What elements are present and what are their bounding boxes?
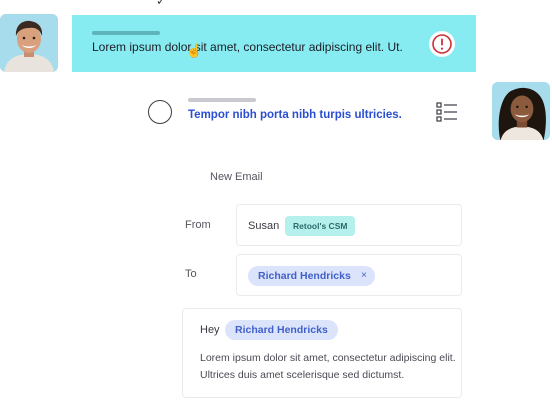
sender-name: Susan xyxy=(248,220,280,232)
task-radio-button[interactable] xyxy=(148,100,172,124)
woman-portrait-icon xyxy=(492,82,550,140)
avatar xyxy=(492,82,550,140)
message-text: Lorem ipsum dolor sit amet, consectetur … xyxy=(200,352,456,381)
placeholder-bar xyxy=(92,31,160,35)
recipient-name: Richard Hendricks xyxy=(258,270,351,282)
to-label: To xyxy=(185,268,197,280)
placeholder-bar xyxy=(188,98,256,102)
exclamation-circle-icon[interactable] xyxy=(429,31,455,57)
message-body[interactable]: Hey Richard Hendricks Lorem ipsum dolor … xyxy=(182,308,462,398)
task-row: Tempor nibh porta nibh turpis ultricies. xyxy=(148,98,460,128)
close-icon[interactable]: × xyxy=(361,266,367,286)
to-field[interactable]: Richard Hendricks × xyxy=(236,254,462,296)
recipient-chip[interactable]: Richard Hendricks × xyxy=(248,266,375,286)
compose-title: New Email xyxy=(210,171,263,183)
alert-banner: Lorem ipsum dolor sit amet, consectetur … xyxy=(72,15,476,72)
check-icon: ✓ xyxy=(156,0,167,8)
man-portrait-icon xyxy=(0,14,58,72)
from-label: From xyxy=(185,219,211,231)
greeting: Hey xyxy=(200,324,220,336)
checklist-icon[interactable] xyxy=(436,101,458,123)
avatar xyxy=(0,14,58,72)
alert-message: Lorem ipsum dolor sit amet, consectetur … xyxy=(92,40,403,54)
task-label: Tempor nibh porta nibh turpis ultricies. xyxy=(188,109,402,121)
sender-role-badge: Retool's CSM xyxy=(285,216,356,236)
from-field[interactable]: Susan Retool's CSM xyxy=(236,204,462,246)
pointer-cursor-icon: ☝ xyxy=(186,43,203,58)
greeting-name-chip: Richard Hendricks xyxy=(225,320,338,340)
